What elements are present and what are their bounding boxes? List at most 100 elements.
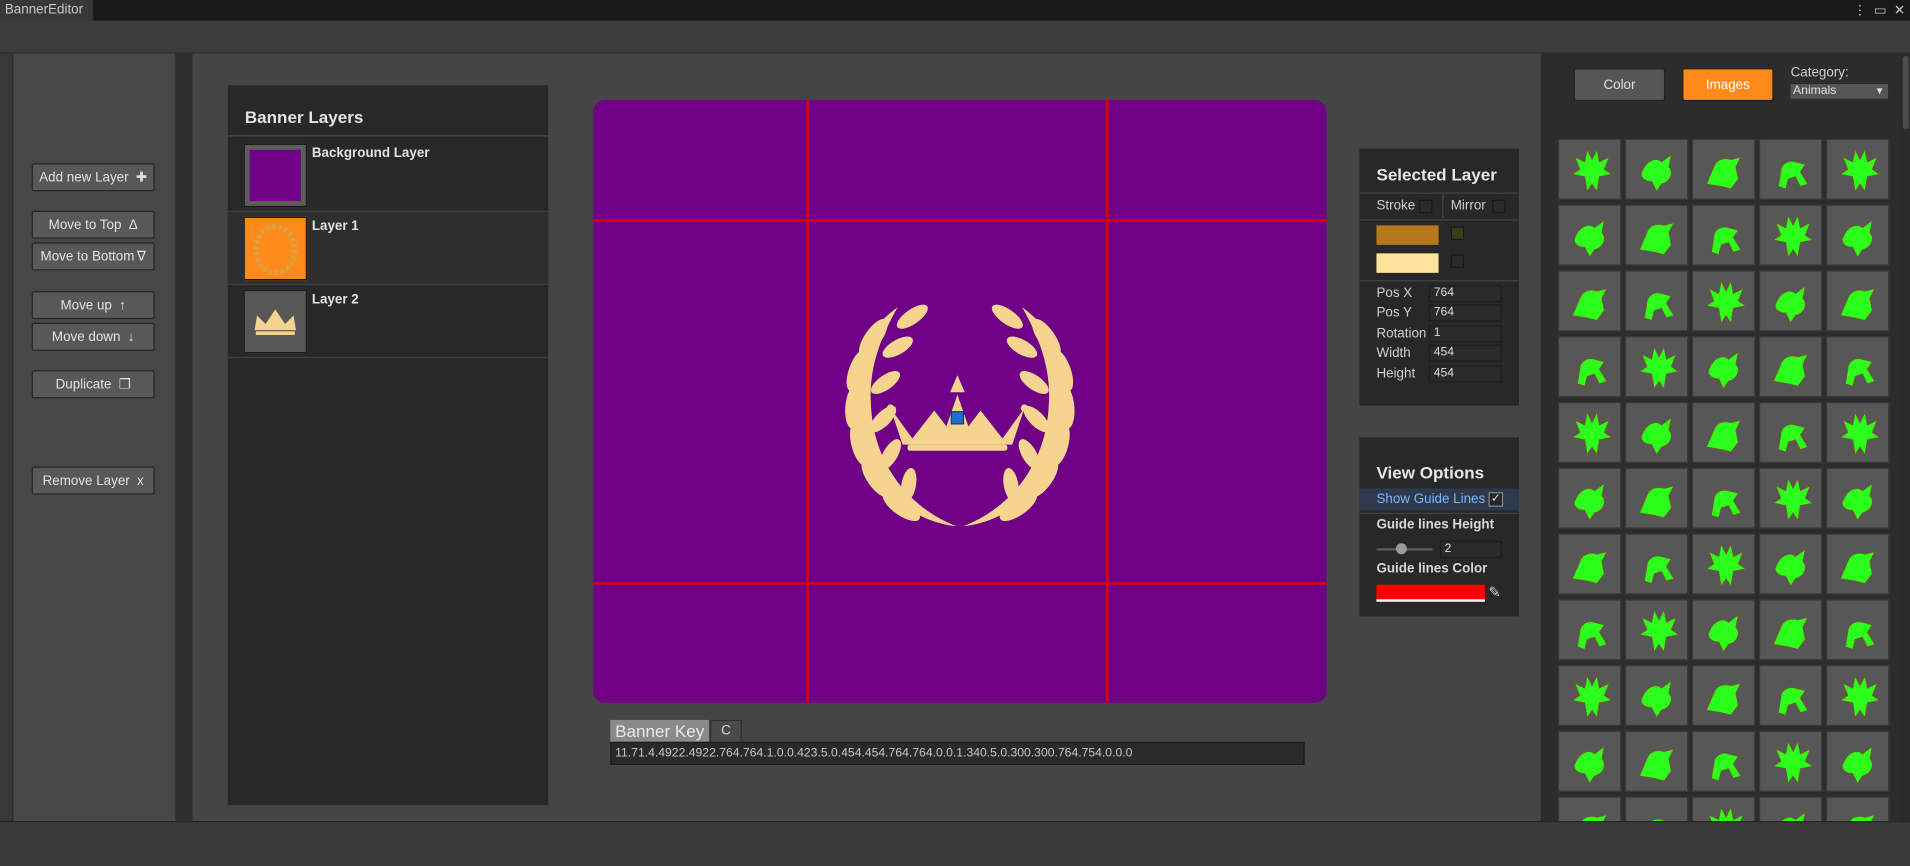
layer-item-2[interactable]: Layer 2 [227, 285, 549, 359]
asset-tile[interactable] [1557, 730, 1622, 792]
maximize-icon[interactable]: ▭ [1874, 2, 1887, 19]
asset-scrollbar[interactable] [1901, 53, 1910, 821]
asset-tile[interactable] [1691, 336, 1756, 398]
asset-tile[interactable] [1758, 204, 1823, 266]
asset-tile[interactable] [1557, 138, 1622, 200]
asset-tile[interactable] [1758, 138, 1823, 200]
asset-tile[interactable] [1758, 730, 1823, 792]
asset-tile[interactable] [1691, 467, 1756, 529]
asset-tile[interactable] [1691, 204, 1756, 266]
asset-tile[interactable] [1825, 204, 1890, 266]
asset-tile[interactable] [1557, 204, 1622, 266]
images-tab[interactable]: Images [1682, 68, 1774, 102]
asset-tile[interactable] [1624, 665, 1689, 726]
banner-canvas[interactable] [593, 99, 1327, 703]
asset-tile[interactable] [1557, 599, 1622, 661]
color-tab[interactable]: Color [1573, 68, 1666, 102]
add-layer-button[interactable]: Add new Layer ✚ [31, 163, 155, 192]
move-down-button[interactable]: Move down ↓ [31, 322, 155, 351]
move-up-button[interactable]: Move up ↑ [31, 291, 155, 320]
copy-key-button[interactable]: C [710, 719, 742, 744]
show-guides-row[interactable]: Show Guide Lines ✓ [1359, 488, 1519, 511]
plus-icon: ✚ [135, 170, 148, 186]
asset-tile[interactable] [1825, 730, 1890, 792]
layer-item-1[interactable]: Layer 1 [227, 211, 549, 286]
show-guides-checkbox[interactable]: ✓ [1488, 492, 1504, 507]
asset-tile[interactable] [1691, 270, 1756, 332]
pos-y-field[interactable]: 764 [1428, 304, 1502, 322]
asset-tile[interactable] [1691, 401, 1756, 463]
asset-tile[interactable] [1758, 533, 1823, 595]
rotation-field[interactable]: 1 [1428, 325, 1502, 343]
asset-tile[interactable] [1758, 665, 1823, 726]
asset-tile[interactable] [1624, 138, 1689, 200]
asset-tile[interactable] [1825, 665, 1890, 726]
layer-item-background[interactable]: Background Layer [227, 139, 549, 212]
eyedropper-icon[interactable]: ✎ [1489, 583, 1501, 600]
close-icon[interactable]: ✕ [1894, 2, 1905, 19]
scrollbar-thumb[interactable] [1902, 56, 1909, 130]
asset-tile[interactable] [1624, 730, 1689, 792]
asset-tile[interactable] [1691, 533, 1756, 595]
asset-tile[interactable] [1691, 665, 1756, 726]
asset-tile[interactable] [1758, 401, 1823, 463]
asset-tile[interactable] [1758, 270, 1823, 332]
asset-tile[interactable] [1691, 796, 1756, 821]
asset-tile[interactable] [1624, 533, 1689, 595]
asset-tile[interactable] [1758, 336, 1823, 398]
remove-layer-button[interactable]: Remove Layer x [31, 466, 155, 495]
eagle-icon [1839, 148, 1881, 193]
asset-tile[interactable] [1557, 270, 1622, 332]
bird-icon [1772, 214, 1814, 258]
height-label: Height [1376, 366, 1416, 382]
asset-tile[interactable] [1624, 270, 1689, 332]
window-tab[interactable]: BannerEditor [0, 0, 95, 21]
asset-tile[interactable] [1825, 270, 1890, 332]
asset-tile[interactable] [1624, 204, 1689, 266]
height-field[interactable]: 454 [1428, 365, 1502, 383]
asset-tile[interactable] [1557, 336, 1622, 398]
asset-tile[interactable] [1758, 796, 1823, 821]
asset-tile[interactable] [1825, 599, 1890, 661]
asset-tile[interactable] [1691, 138, 1756, 200]
asset-tile[interactable] [1825, 138, 1890, 200]
asset-tile[interactable] [1691, 730, 1756, 792]
secondary-color-swatch[interactable] [1376, 253, 1439, 273]
guide-height-slider-thumb[interactable] [1395, 543, 1407, 555]
move-to-top-button[interactable]: Move to Top Δ [31, 210, 155, 239]
guide-color-swatch[interactable] [1376, 584, 1485, 602]
asset-tile[interactable] [1557, 467, 1622, 529]
asset-tile[interactable] [1825, 467, 1890, 529]
mirror-checkbox[interactable] [1492, 199, 1506, 214]
category-dropdown[interactable]: Animals ▼ [1789, 82, 1890, 100]
asset-tile[interactable] [1624, 599, 1689, 661]
asset-tile[interactable] [1825, 796, 1890, 821]
asset-tile[interactable] [1557, 533, 1622, 595]
asset-tile[interactable] [1624, 467, 1689, 529]
asset-tile[interactable] [1825, 336, 1890, 398]
pos-x-field[interactable]: 764 [1428, 285, 1502, 303]
guide-height-field[interactable]: 2 [1439, 540, 1502, 558]
secondary-color-toggle[interactable] [1450, 254, 1465, 268]
asset-tile[interactable] [1758, 599, 1823, 661]
asset-tile[interactable] [1557, 401, 1622, 463]
kebab-menu-icon[interactable]: ⋮ [1853, 2, 1866, 19]
asset-tile[interactable] [1758, 467, 1823, 529]
asset-tile[interactable] [1557, 796, 1622, 821]
eagle-icon [1641, 153, 1672, 192]
primary-color-toggle[interactable] [1450, 226, 1465, 240]
move-to-bottom-button[interactable]: Move to Bottom ∇ [31, 242, 155, 271]
banner-key-field[interactable]: 11.71.4.4922.4922.764.764.1.0.0.423.5.0.… [610, 741, 1305, 765]
asset-tile[interactable] [1825, 533, 1890, 595]
asset-tile[interactable] [1624, 796, 1689, 821]
asset-tile[interactable] [1691, 599, 1756, 661]
asset-tile[interactable] [1825, 401, 1890, 463]
asset-tile[interactable] [1624, 336, 1689, 398]
asset-tile[interactable] [1557, 665, 1622, 726]
primary-color-swatch[interactable] [1376, 225, 1439, 245]
duplicate-button[interactable]: Duplicate ❐ [31, 370, 155, 399]
width-field[interactable]: 454 [1428, 344, 1502, 362]
beast-icon [1849, 814, 1876, 821]
stroke-checkbox[interactable] [1419, 199, 1433, 214]
asset-tile[interactable] [1624, 401, 1689, 463]
